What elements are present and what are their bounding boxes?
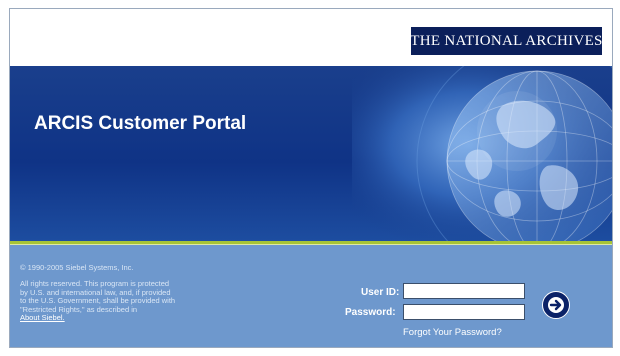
password-label: Password: — [345, 307, 396, 318]
user-id-label: User ID: — [361, 287, 400, 298]
about-siebel-link[interactable]: About Siebel. — [20, 313, 65, 323]
rights-notice: All rights reserved. This program is pro… — [20, 279, 240, 323]
forgot-password-link[interactable]: Forgot Your Password? — [403, 327, 502, 338]
portal-frame: THE NATIONAL ARCHIVES ARCIS Customer Por… — [9, 8, 613, 348]
arrow-right-icon — [548, 297, 564, 313]
logo-text: THE NATIONAL ARCHIVES — [410, 32, 603, 49]
login-footer: © 1990-2005 Siebel Systems, Inc. All rig… — [10, 245, 612, 347]
header-bar: THE NATIONAL ARCHIVES — [10, 9, 612, 66]
banner: ARCIS Customer Portal — [10, 66, 612, 241]
national-archives-logo: THE NATIONAL ARCHIVES — [410, 27, 603, 55]
user-id-field[interactable] — [403, 283, 525, 299]
copyright-text: © 1990-2005 Siebel Systems, Inc. — [20, 263, 134, 272]
portal-title: ARCIS Customer Portal — [34, 113, 247, 134]
globe-graphic — [352, 66, 612, 241]
login-submit-button[interactable] — [542, 291, 570, 319]
password-field[interactable] — [403, 304, 525, 320]
